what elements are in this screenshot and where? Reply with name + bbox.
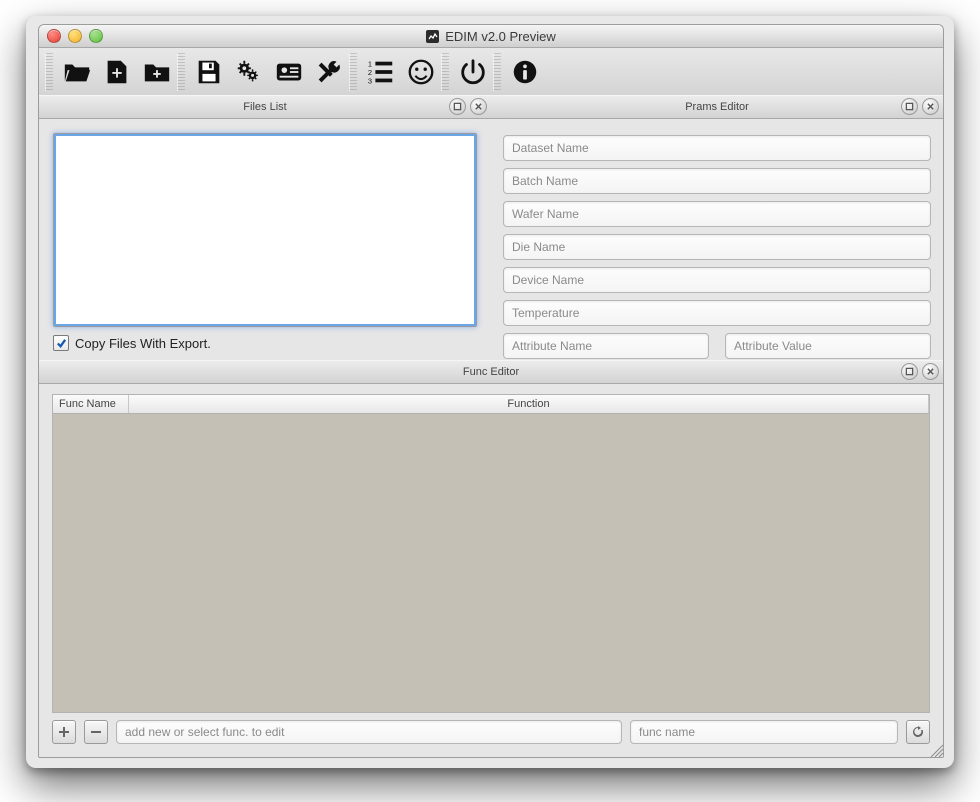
copy-files-label: Copy Files With Export. xyxy=(75,336,211,351)
save-button[interactable] xyxy=(189,53,229,91)
temperature-input[interactable] xyxy=(503,300,931,326)
function-column-header[interactable]: Function xyxy=(129,395,929,413)
files-list-header: Files List xyxy=(39,95,491,119)
files-list-panel: Files List Copy Files With Export. xyxy=(39,95,492,360)
device-name-input[interactable] xyxy=(503,267,931,293)
func-name-column-header[interactable]: Func Name xyxy=(53,395,129,413)
copy-files-with-export-row[interactable]: Copy Files With Export. xyxy=(53,335,477,351)
smile-button[interactable] xyxy=(401,53,441,91)
power-button[interactable] xyxy=(453,53,493,91)
new-folder-button[interactable] xyxy=(137,53,177,91)
dataset-name-input[interactable] xyxy=(503,135,931,161)
remove-func-button[interactable] xyxy=(84,720,108,744)
files-panel-close-button[interactable] xyxy=(470,98,487,115)
attribute-name-input[interactable] xyxy=(503,333,709,359)
prams-panel-close-button[interactable] xyxy=(922,98,939,115)
toolbar-separator xyxy=(45,53,53,91)
open-folder-button[interactable] xyxy=(57,53,97,91)
info-button[interactable] xyxy=(505,53,545,91)
app-window: EDIM v2.0 Preview 123 File xyxy=(38,24,944,758)
toolbar-separator xyxy=(349,53,357,91)
func-table-header: Func Name Function xyxy=(52,394,930,414)
prams-editor-title: Prams Editor xyxy=(685,101,749,113)
func-name-input[interactable] xyxy=(630,720,898,744)
toolbar-separator xyxy=(441,53,449,91)
add-func-button[interactable] xyxy=(52,720,76,744)
window-minimize-button[interactable] xyxy=(68,29,82,43)
prams-editor-panel: Prams Editor xyxy=(491,95,943,360)
files-panel-restore-button[interactable] xyxy=(449,98,466,115)
titlebar: EDIM v2.0 Preview xyxy=(39,25,943,48)
attribute-value-input[interactable] xyxy=(725,333,931,359)
new-file-button[interactable] xyxy=(97,53,137,91)
batch-name-input[interactable] xyxy=(503,168,931,194)
func-editor-header: Func Editor xyxy=(39,360,943,384)
toolbar: 123 xyxy=(39,48,943,96)
func-panel-close-button[interactable] xyxy=(922,363,939,380)
func-edit-input[interactable] xyxy=(116,720,622,744)
wafer-name-input[interactable] xyxy=(503,201,931,227)
window-title: EDIM v2.0 Preview xyxy=(445,29,556,44)
settings-gears-button[interactable] xyxy=(229,53,269,91)
app-icon xyxy=(426,30,439,43)
image-card-button[interactable] xyxy=(269,53,309,91)
prams-editor-header: Prams Editor xyxy=(491,95,943,119)
tools-wrench-button[interactable] xyxy=(309,53,349,91)
func-editor-title: Func Editor xyxy=(463,366,519,378)
func-editor-panel: Func Editor Func Name Function xyxy=(39,360,943,757)
window-close-button[interactable] xyxy=(47,29,61,43)
files-listbox[interactable] xyxy=(53,133,477,327)
die-name-input[interactable] xyxy=(503,234,931,260)
func-table-body[interactable] xyxy=(52,414,930,713)
func-panel-restore-button[interactable] xyxy=(901,363,918,380)
resize-grip-icon[interactable] xyxy=(927,741,943,757)
toolbar-separator xyxy=(493,53,501,91)
window-zoom-button[interactable] xyxy=(89,29,103,43)
toolbar-separator xyxy=(177,53,185,91)
prams-panel-restore-button[interactable] xyxy=(901,98,918,115)
files-list-title: Files List xyxy=(243,101,286,113)
svg-text:3: 3 xyxy=(368,76,372,85)
copy-files-checkbox[interactable] xyxy=(53,335,69,351)
numbered-list-button[interactable]: 123 xyxy=(361,53,401,91)
